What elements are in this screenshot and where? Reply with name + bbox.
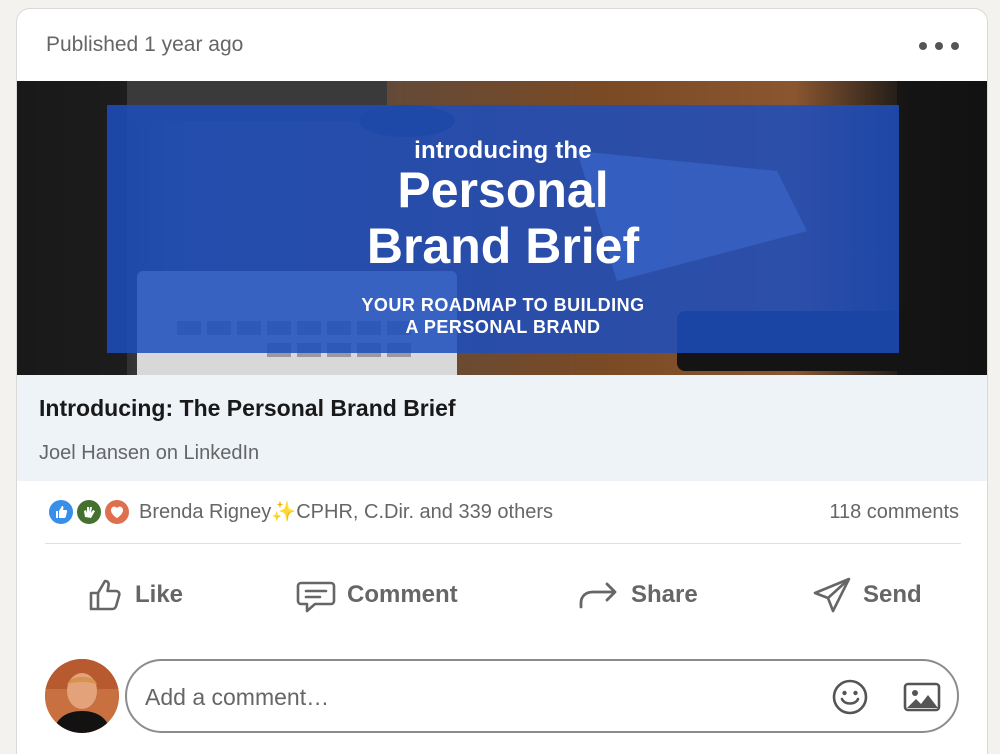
like-label: Like — [135, 581, 184, 608]
article-source: Joel Hansen on LinkedIn — [39, 442, 260, 464]
comment-field[interactable] — [125, 659, 959, 733]
banner-subtitle-line1: YOUR ROADMAP TO BUILDING — [361, 295, 645, 315]
article-link-preview[interactable]: Introducing: The Personal Brand Brief Jo… — [17, 375, 987, 481]
paper-plane-icon — [813, 577, 851, 613]
article-banner-image[interactable]: introducing the Personal Brand Brief YOU… — [17, 81, 987, 375]
comment-input[interactable] — [145, 679, 795, 715]
avatar[interactable] — [45, 659, 119, 733]
post-header: Published 1 year ago — [17, 9, 987, 81]
share-arrow-icon — [579, 582, 617, 609]
banner-subtitle-line2: A PERSONAL BRAND — [405, 317, 601, 337]
celebrate-reaction-icon — [75, 498, 103, 526]
comment-composer — [17, 645, 987, 745]
sparkle-emoji: ✨ — [271, 501, 297, 523]
user-photo — [45, 659, 119, 733]
send-label: Send — [863, 581, 922, 608]
comments-count-link[interactable]: 118 comments — [829, 501, 959, 524]
social-counts: Brenda Rigney✨CPHR, C.Dir. and 339 other… — [17, 481, 987, 543]
reactors-summary[interactable]: Brenda Rigney✨CPHR, C.Dir. and 339 other… — [139, 499, 553, 524]
like-reaction-icon — [47, 498, 75, 526]
reaction-icons[interactable] — [47, 498, 133, 526]
share-button[interactable]: Share — [577, 573, 698, 617]
send-button[interactable]: Send — [811, 573, 922, 617]
ellipsis-icon — [919, 42, 927, 50]
thumbs-up-icon — [89, 579, 121, 611]
published-label: Published 1 year ago — [46, 33, 244, 56]
emoji-button[interactable] — [831, 678, 869, 716]
more-options-button[interactable] — [919, 37, 959, 55]
smiley-icon — [832, 679, 868, 715]
comment-bubble-icon — [296, 581, 336, 613]
post-action-bar: Like Comment Share Send — [17, 555, 987, 635]
divider — [45, 543, 961, 544]
add-image-button[interactable] — [903, 681, 941, 713]
share-label: Share — [631, 581, 698, 608]
image-icon — [903, 682, 941, 712]
comment-button[interactable]: Comment — [295, 573, 458, 617]
comment-label: Comment — [347, 581, 458, 608]
banner-title-line2: Brand Brief — [366, 218, 640, 274]
like-button[interactable]: Like — [85, 573, 183, 617]
feed-post-card: Published 1 year ago introducing the Per… — [16, 8, 988, 754]
banner-title-line1: Personal — [397, 162, 609, 218]
love-reaction-icon — [103, 498, 131, 526]
reactor-rest: CPHR, C.Dir. and 339 others — [296, 501, 553, 523]
article-title[interactable]: Introducing: The Personal Brand Brief — [39, 395, 456, 422]
reactor-name: Brenda Rigney — [139, 501, 272, 523]
banner-text-panel: introducing the Personal Brand Brief YOU… — [107, 105, 899, 353]
